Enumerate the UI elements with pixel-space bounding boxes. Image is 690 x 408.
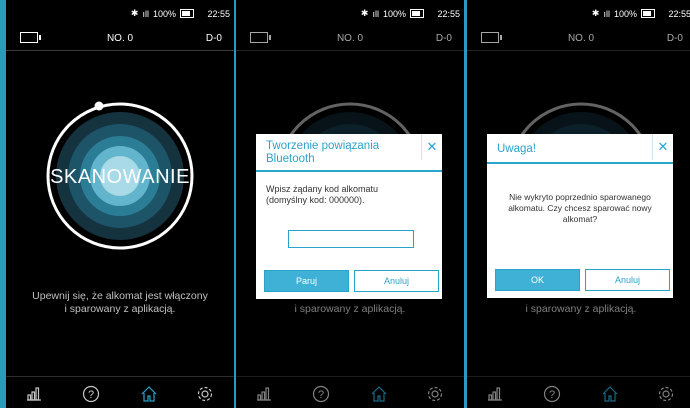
status-bar: ✱ ıll 100% 22:55 [467,0,690,26]
clock: 22:55 [207,9,230,19]
day-counter: D-0 [205,33,222,44]
home-icon[interactable] [140,385,158,408]
battery-icon [410,9,424,18]
clock: 22:55 [668,9,690,19]
battery-percent: 100% [613,8,637,19]
close-icon[interactable]: ✕ [421,134,442,160]
device-number: NO. 0 [106,33,134,44]
dialog-title: Uwaga! [487,134,673,164]
scan-indicator: SKANOWANIE [44,100,196,252]
status-bar: ✱ ıll 100% 22:55 [6,0,234,26]
dialog-message: Nie wykryto poprzednio sparowanego alkom… [508,192,652,224]
bluetooth-icon: ✱ [591,8,600,18]
phone-screen-warning: ✱ ıll 100% 22:55 NO. 0 D-0 i sparowany z… [467,0,690,408]
bluetooth-icon: ✱ [130,8,139,18]
svg-text:?: ? [88,389,94,401]
battery-percent: 100% [152,8,176,19]
dialog-prompt: Wpisz żądany kod alkomatu (domyślny kod:… [266,184,379,205]
scan-label: SKANOWANIE [50,166,190,188]
header-divider [6,50,234,51]
bottom-nav: ? [6,376,234,408]
bar-chart-icon[interactable] [26,385,42,406]
close-icon[interactable]: ✕ [652,134,673,160]
app-header: NO. 0 D-0 [6,26,234,50]
signal-icon: ıll [372,8,379,19]
status-bar: ✱ ıll 100% 22:55 [236,0,464,26]
dialog-title: Tworzenie powiązania Bluetooth [256,134,442,172]
help-icon[interactable]: ? [82,385,100,408]
scan-progress-dot [94,101,104,111]
pair-button[interactable]: Paruj [264,270,349,292]
phone-screen-scanning: ✱ ıll 100% 22:55 NO. 0 D-0 SKANOWANIE Up… [6,0,234,408]
ok-button[interactable]: OK [495,269,580,291]
battery-icon [641,9,655,18]
signal-icon: ıll [142,8,149,19]
clock: 22:55 [437,9,460,19]
pin-input[interactable] [288,230,414,248]
battery-percent: 100% [382,8,406,19]
cancel-button[interactable]: Anuluj [354,270,439,292]
battery-icon [180,9,194,18]
gear-icon[interactable] [196,385,214,408]
pairing-instructions: Upewnij się, że alkomat jest włączony i … [32,290,208,315]
signal-icon: ıll [603,8,610,19]
warning-dialog: Uwaga! ✕ Nie wykryto poprzednio sparowan… [487,134,673,298]
phone-screen-pairing: ✱ ıll 100% 22:55 NO. 0 D-0 i sparowany z… [236,0,464,408]
cancel-button[interactable]: Anuluj [585,269,670,291]
bluetooth-icon: ✱ [360,8,369,18]
bluetooth-pairing-dialog: Tworzenie powiązania Bluetooth ✕ Wpisz ż… [256,134,442,299]
